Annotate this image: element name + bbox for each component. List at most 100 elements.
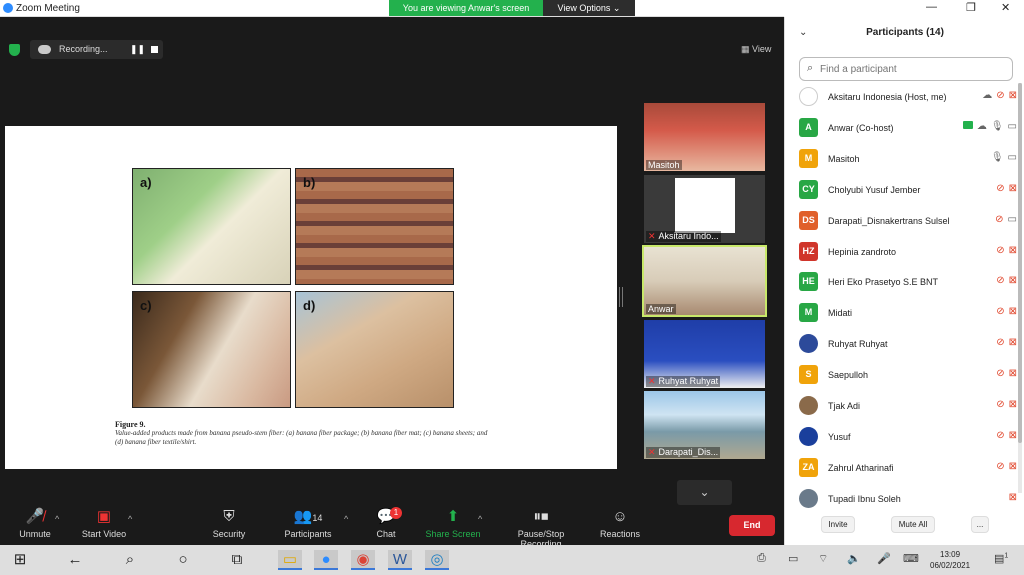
more-options-button[interactable]: ... [971, 516, 989, 533]
panel-label: c) [140, 298, 152, 313]
pause-recording-icon[interactable]: ❚❚ [130, 44, 145, 55]
share-screen-button[interactable]: ⬆ Share Screen [418, 505, 488, 545]
scroll-down-chevron-icon[interactable]: ⌄ [677, 480, 732, 505]
audio-options-caret-icon[interactable]: ^ [55, 514, 59, 524]
end-meeting-button[interactable]: End [729, 515, 775, 536]
participant-status: ⊘ ⊠ [992, 337, 1017, 348]
smiley-plus-icon: ☺ [612, 508, 628, 525]
word-icon[interactable]: W [388, 550, 412, 570]
scrollbar-thumb[interactable] [1018, 83, 1022, 443]
zoom-app-icon[interactable]: ● [314, 550, 338, 570]
participant-scrollbar[interactable] [1018, 83, 1022, 493]
start-video-button[interactable]: ▣ Start Video [69, 505, 139, 545]
participant-row[interactable]: HE Heri Eko Prasetyo S.E BNT ⊘ ⊠ [785, 268, 1017, 298]
participant-row[interactable]: Tupadi Ibnu Soleh ⊠ [785, 485, 1017, 515]
window-title: Zoom Meeting [16, 3, 80, 14]
invite-button[interactable]: Invite [821, 516, 855, 533]
thumbnail-name: ✕ Aksitaru Indo... [646, 231, 721, 242]
mic-muted-icon: ⊘ [996, 182, 1005, 194]
participant-status: ⊘ ⊠ [992, 306, 1017, 317]
mic-muted-icon: ⊘ [996, 275, 1005, 287]
video-icon: ▭ [1007, 151, 1017, 163]
participant-avatar: HZ [799, 241, 818, 261]
volume-icon[interactable]: 🔈 [847, 552, 861, 565]
participants-options-caret-icon[interactable]: ^ [344, 514, 348, 524]
stop-recording-icon[interactable] [151, 46, 158, 53]
chat-unread-badge: 1 [390, 507, 402, 519]
participant-name: Ruhyat Ruhyat [828, 339, 888, 350]
participant-row[interactable]: A Anwar (Co-host) ☁ 🎙 ▭ [785, 114, 1017, 144]
participant-row[interactable]: M Masitoh 🎙 ▭ [785, 145, 1017, 175]
cortana-circle-icon[interactable]: ○ [171, 550, 195, 570]
video-thumbnail[interactable]: ✕ Aksitaru Indo... [644, 175, 765, 243]
view-button[interactable]: ▦ View [741, 44, 771, 55]
search-input[interactable] [820, 61, 1005, 77]
participant-row[interactable]: Tjak Adi ⊘ ⊠ [785, 392, 1017, 422]
building-logo-icon [675, 178, 735, 233]
participant-name: Masitoh [828, 153, 860, 164]
back-arrow-icon[interactable]: ← [63, 550, 87, 570]
participant-name: Aksitaru Indonesia (Host, me) [828, 92, 947, 102]
participant-row[interactable]: M Midati ⊘ ⊠ [785, 299, 1017, 329]
participant-row[interactable]: HZ Hepinia zandroto ⊘ ⊠ [785, 238, 1017, 268]
mic-muted-icon: ⊘ [996, 90, 1005, 101]
maximize-button[interactable]: ❐ [966, 1, 976, 14]
camera-app-icon[interactable]: ◎ [425, 550, 449, 570]
tablet-mode-icon[interactable]: ⎙ [757, 552, 766, 565]
task-view-icon[interactable]: ⧉ [225, 550, 249, 570]
mic-muted-icon: ⊘ [996, 337, 1005, 349]
mic-muted-icon: ⊘ [996, 244, 1005, 256]
keyboard-icon[interactable]: ⌨ [903, 552, 919, 565]
participant-name: Tjak Adi [828, 401, 861, 411]
minimize-button[interactable]: — [926, 1, 937, 13]
pause-stop-recording-button[interactable]: ⏸⏹ Pause/Stop Recording [496, 505, 586, 549]
video-thumbnail-active[interactable]: Anwar [642, 245, 767, 317]
view-options-button[interactable]: View Options ⌄ [543, 0, 635, 16]
security-button[interactable]: ⛨ Security [194, 505, 264, 545]
participant-avatar: CY [799, 179, 818, 199]
video-thumbnail[interactable]: ✕ Darapati_Dis... [644, 391, 765, 459]
zoom-logo-icon [3, 3, 13, 13]
participant-row[interactable]: CY Cholyubi Yusuf Jember ⊘ ⊠ [785, 176, 1017, 206]
notifications-icon[interactable]: ▤1 [994, 552, 1008, 565]
video-off-icon: ⊠ [1008, 368, 1017, 380]
windows-start-icon[interactable]: ⊞ [8, 550, 32, 570]
search-icon[interactable]: ⌕ [118, 550, 142, 570]
microphone-icon[interactable]: 🎤 [877, 552, 891, 565]
participant-name: Tupadi Ibnu Soleh [828, 493, 901, 504]
video-thumbnail[interactable]: Masitoh [644, 103, 765, 171]
panel-label: a) [140, 175, 152, 190]
participant-row[interactable]: DS Darapati_Disnakertrans Sulsel ⊘ ▭ [785, 207, 1017, 237]
participant-row[interactable]: S Saepulloh ⊘ ⊠ [785, 361, 1017, 391]
file-explorer-icon[interactable]: ▭ [278, 550, 302, 570]
resize-handle[interactable] [619, 287, 623, 307]
figure-caption: Value-added products made from banana ps… [115, 429, 488, 446]
share-options-caret-icon[interactable]: ^ [478, 514, 482, 524]
reactions-button[interactable]: ☺ Reactions [585, 505, 655, 545]
chat-button[interactable]: 💬 Chat [351, 505, 421, 545]
participant-row[interactable]: ZA Zahrul Atharinafi ⊘ ⊠ [785, 454, 1017, 484]
participants-button[interactable]: 👥14 Participants [273, 505, 343, 545]
chrome-icon[interactable]: ◉ [351, 550, 375, 570]
participant-status: ⊘ ⊠ [992, 368, 1017, 379]
video-off-icon: ⊠ [1008, 275, 1017, 287]
participant-row[interactable]: Ruhyat Ruhyat ⊘ ⊠ [785, 330, 1017, 360]
video-off-icon: ⊠ [1008, 429, 1017, 441]
mute-all-button[interactable]: Mute All [891, 516, 935, 533]
video-thumbnail[interactable]: ✕ Ruhyat Ruhyat [644, 320, 765, 388]
participant-row[interactable]: Yusuf ⊘ ⊠ [785, 423, 1017, 453]
meeting-stage: Recording... ❚❚ ▦ View a) b) c) d) Figur… [0, 17, 784, 505]
shared-screen: a) b) c) d) Figure 9. Value-added produc… [5, 126, 617, 469]
wifi-icon[interactable]: ⌔ [818, 552, 828, 566]
participant-row[interactable]: Aksitaru Indonesia (Host, me) ☁ ⊘ ⊠ [785, 83, 1017, 113]
battery-icon[interactable]: ▭ [788, 552, 798, 565]
video-options-caret-icon[interactable]: ^ [128, 514, 132, 524]
mic-icon: 🎙 [990, 151, 1004, 163]
participant-name: Anwar (Co-host) [828, 122, 894, 133]
encryption-shield-icon[interactable] [9, 44, 20, 56]
system-clock[interactable]: 13:09 06/02/2021 [930, 549, 970, 571]
participant-search[interactable]: ⌕ [799, 57, 1013, 81]
mic-muted-icon: ⊘ [996, 429, 1005, 441]
close-button[interactable]: ✕ [1001, 1, 1010, 14]
unmute-button[interactable]: 🎤̸ Unmute [0, 505, 70, 545]
